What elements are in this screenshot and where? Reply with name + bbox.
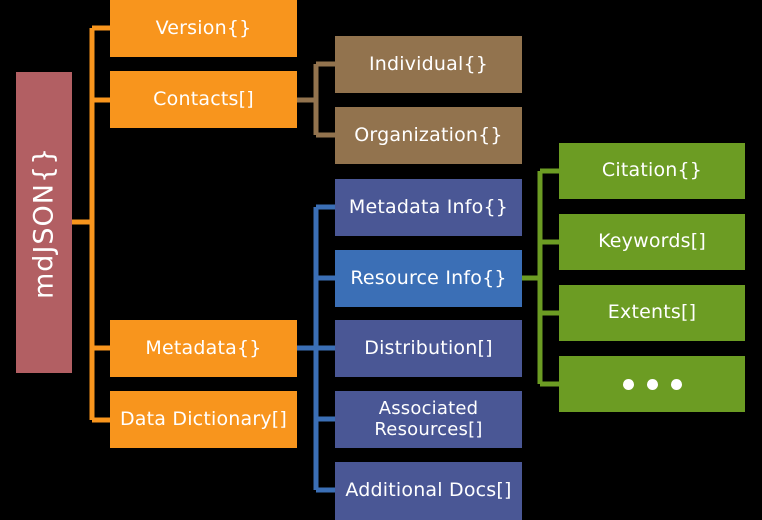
ellipsis-icon — [622, 378, 682, 390]
node-metadata[interactable]: Metadata{} — [110, 320, 297, 377]
node-additional-docs[interactable]: Additional Docs[] — [335, 462, 522, 520]
node-metadata-info[interactable]: Metadata Info{} — [335, 179, 522, 236]
node-distribution[interactable]: Distribution[] — [335, 320, 522, 377]
node-resource-info[interactable]: Resource Info{} — [335, 250, 522, 307]
node-keywords[interactable]: Keywords[] — [559, 214, 745, 270]
node-root-mdjson[interactable]: mdJSON{} — [16, 72, 72, 373]
mdjson-schema-diagram: mdJSON{} Version{} Contacts[] Metadata{}… — [0, 0, 762, 520]
node-extents[interactable]: Extents[] — [559, 285, 745, 341]
node-more-ellipsis[interactable] — [559, 356, 745, 412]
node-organization[interactable]: Organization{} — [335, 107, 522, 164]
node-contacts[interactable]: Contacts[] — [110, 71, 297, 128]
node-individual[interactable]: Individual{} — [335, 36, 522, 93]
node-version[interactable]: Version{} — [110, 0, 297, 57]
node-data-dictionary[interactable]: Data Dictionary[] — [110, 391, 297, 448]
node-associated-resources[interactable]: Associated Resources[] — [335, 391, 522, 448]
node-citation[interactable]: Citation{} — [559, 143, 745, 199]
